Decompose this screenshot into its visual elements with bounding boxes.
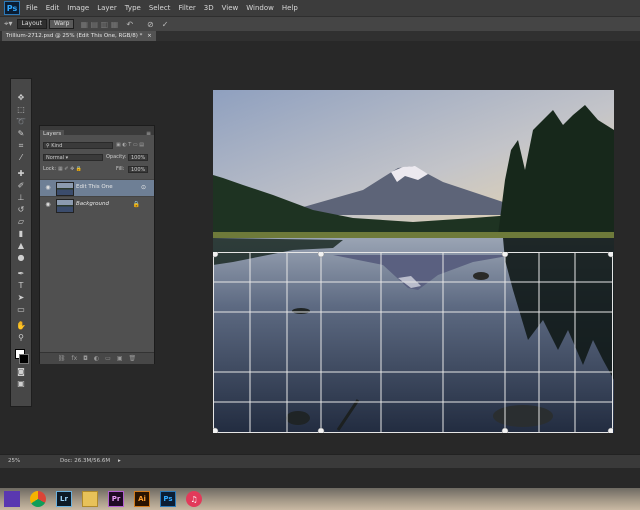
warp-grid[interactable] bbox=[213, 252, 613, 433]
marquee-tool-icon[interactable]: ⬚ bbox=[14, 105, 28, 115]
zoom-level[interactable]: 25% bbox=[8, 455, 20, 468]
visibility-eye-icon[interactable]: ◉ bbox=[44, 184, 52, 192]
menu-view[interactable]: View bbox=[222, 4, 239, 12]
lock-icons[interactable]: ▦ ✐ ✥ 🔒 bbox=[58, 166, 82, 172]
path-select-tool-icon[interactable]: ➤ bbox=[14, 293, 28, 303]
history-brush-tool-icon[interactable]: ↺ bbox=[14, 205, 28, 215]
lasso-tool-icon[interactable]: ➰ bbox=[14, 117, 28, 127]
lock-label: Lock: bbox=[43, 166, 57, 172]
zoom-tool-icon[interactable]: ⚲ bbox=[14, 333, 28, 343]
gradient-tool-icon[interactable]: ▮ bbox=[14, 229, 28, 239]
warp-button[interactable]: Warp bbox=[48, 19, 75, 29]
transform-icon[interactable]: ⌖▾ bbox=[4, 19, 13, 29]
blend-mode-select[interactable]: Normal ▾ bbox=[43, 154, 103, 161]
tab-layers[interactable]: Layers bbox=[40, 130, 65, 139]
grid-options-icon[interactable]: ▦ ▤ ▥ ▦ bbox=[80, 20, 118, 29]
brush-tool-icon[interactable]: ✐ bbox=[14, 181, 28, 191]
fill-input[interactable]: 100% bbox=[128, 166, 148, 173]
opacity-label: Opacity: bbox=[106, 154, 127, 160]
type-tool-icon[interactable]: T bbox=[14, 281, 28, 291]
panel-menu-icon[interactable]: ≡ bbox=[146, 130, 151, 137]
smart-object-icon: ⊙ bbox=[140, 184, 146, 191]
doc-size-info: Doc: 26.3M/56.6M bbox=[60, 458, 111, 464]
warp-handles[interactable] bbox=[213, 252, 613, 433]
menu-3d[interactable]: 3D bbox=[204, 4, 214, 12]
delete-layer-icon[interactable]: 🗑 bbox=[129, 355, 137, 362]
adjustment-layer-icon[interactable]: ◐ bbox=[94, 355, 99, 362]
layer-name[interactable]: Background bbox=[76, 201, 109, 207]
clone-stamp-tool-icon[interactable]: ⊥ bbox=[14, 193, 28, 203]
eyedropper-tool-icon[interactable]: ⁄ bbox=[14, 153, 28, 163]
menu-select[interactable]: Select bbox=[149, 4, 171, 12]
layer-filter-kind[interactable]: ⚲ Kind bbox=[43, 142, 113, 149]
crop-tool-icon[interactable]: ⌗ bbox=[14, 141, 28, 151]
start-icon[interactable] bbox=[4, 491, 20, 507]
layer-row-edit-this-one[interactable]: ◉ Edit This One ⊙ bbox=[40, 179, 154, 196]
fill-label: Fill: bbox=[116, 166, 125, 172]
undo-icon[interactable]: ↶ bbox=[126, 20, 133, 29]
eraser-tool-icon[interactable]: ▱ bbox=[14, 217, 28, 227]
layer-thumbnail bbox=[56, 182, 74, 196]
add-mask-icon[interactable]: ◘ bbox=[83, 355, 88, 362]
menu-layer[interactable]: Layer bbox=[97, 4, 117, 12]
itunes-icon[interactable]: ♫ bbox=[186, 491, 202, 507]
document-tab[interactable]: Trillium-2712.psd @ 25% (Edit This One, … bbox=[2, 31, 156, 41]
close-icon[interactable]: × bbox=[147, 33, 152, 39]
shape-tool-icon[interactable]: ▭ bbox=[14, 305, 28, 315]
quick-select-tool-icon[interactable]: ✎ bbox=[14, 129, 28, 139]
windows-taskbar: Lr Pr Ai Ps ♫ bbox=[0, 488, 640, 510]
menu-bar: Ps File Edit Image Layer Type Select Fil… bbox=[0, 0, 640, 16]
layer-name[interactable]: Edit This One bbox=[76, 184, 113, 190]
lightroom-icon[interactable]: Lr bbox=[56, 491, 72, 507]
menu-file[interactable]: File bbox=[26, 4, 38, 12]
menu-window[interactable]: Window bbox=[246, 4, 274, 12]
layer-thumbnail bbox=[56, 199, 74, 213]
filter-icons[interactable]: ▣ ◐ T ▭ ▤ bbox=[116, 142, 144, 148]
illustrator-icon[interactable]: Ai bbox=[134, 491, 150, 507]
tools-panel: ✥ ⬚ ➰ ✎ ⌗ ⁄ ✚ ✐ ⊥ ↺ ▱ ▮ ▲ ● ✒ T ➤ ▭ ✋ ⚲ … bbox=[10, 78, 32, 407]
menu-help[interactable]: Help bbox=[282, 4, 298, 12]
menu-image[interactable]: Image bbox=[67, 4, 89, 12]
opacity-input[interactable]: 100% bbox=[128, 154, 148, 161]
premiere-icon[interactable]: Pr bbox=[108, 491, 124, 507]
quick-mask-icon[interactable]: ◙ bbox=[14, 367, 28, 377]
layout-button[interactable]: Layout bbox=[16, 19, 47, 29]
background-color-swatch[interactable] bbox=[19, 354, 29, 364]
status-arrow-icon[interactable]: ▸ bbox=[118, 455, 121, 468]
hand-tool-icon[interactable]: ✋ bbox=[14, 321, 28, 331]
new-group-icon[interactable]: ▭ bbox=[105, 355, 111, 362]
layers-panel: Layers ≡ ⚲ Kind ▣ ◐ T ▭ ▤ Normal ▾ Opaci… bbox=[39, 125, 155, 364]
lock-icon: 🔒 bbox=[132, 201, 140, 208]
chrome-icon[interactable] bbox=[30, 491, 46, 507]
menu-filter[interactable]: Filter bbox=[178, 4, 195, 12]
pen-tool-icon[interactable]: ✒ bbox=[14, 269, 28, 279]
new-layer-icon[interactable]: ▣ bbox=[117, 355, 123, 362]
layer-style-icon[interactable]: fx bbox=[71, 355, 77, 362]
photoshop-logo: Ps bbox=[4, 1, 20, 15]
photoshop-icon[interactable]: Ps bbox=[160, 491, 176, 507]
layer-row-background[interactable]: ◉ Background 🔒 bbox=[40, 196, 154, 213]
file-explorer-icon[interactable] bbox=[82, 491, 98, 507]
menu-type[interactable]: Type bbox=[125, 4, 141, 12]
dodge-tool-icon[interactable]: ● bbox=[14, 253, 28, 263]
cancel-icon[interactable]: ⊘ bbox=[147, 20, 154, 29]
commit-icon[interactable]: ✓ bbox=[162, 20, 169, 29]
layers-panel-footer: ⛓ fx ◘ ◐ ▭ ▣ 🗑 bbox=[40, 352, 154, 364]
healing-brush-tool-icon[interactable]: ✚ bbox=[14, 169, 28, 179]
options-bar: ⌖▾ Layout Warp ▦ ▤ ▥ ▦ ↶ ⊘ ✓ bbox=[0, 16, 640, 32]
move-tool-icon[interactable]: ✥ bbox=[14, 93, 28, 103]
menu-edit[interactable]: Edit bbox=[46, 4, 60, 12]
link-layers-icon[interactable]: ⛓ bbox=[58, 355, 66, 362]
status-bar: 25% Doc: 26.3M/56.6M ▸ bbox=[0, 454, 640, 468]
document-tab-title: Trillium-2712.psd @ 25% (Edit This One, … bbox=[6, 33, 143, 39]
warp-grid-lines bbox=[213, 252, 613, 433]
blur-tool-icon[interactable]: ▲ bbox=[14, 241, 28, 251]
screen-mode-icon[interactable]: ▣ bbox=[14, 379, 28, 389]
visibility-eye-icon[interactable]: ◉ bbox=[44, 201, 52, 209]
